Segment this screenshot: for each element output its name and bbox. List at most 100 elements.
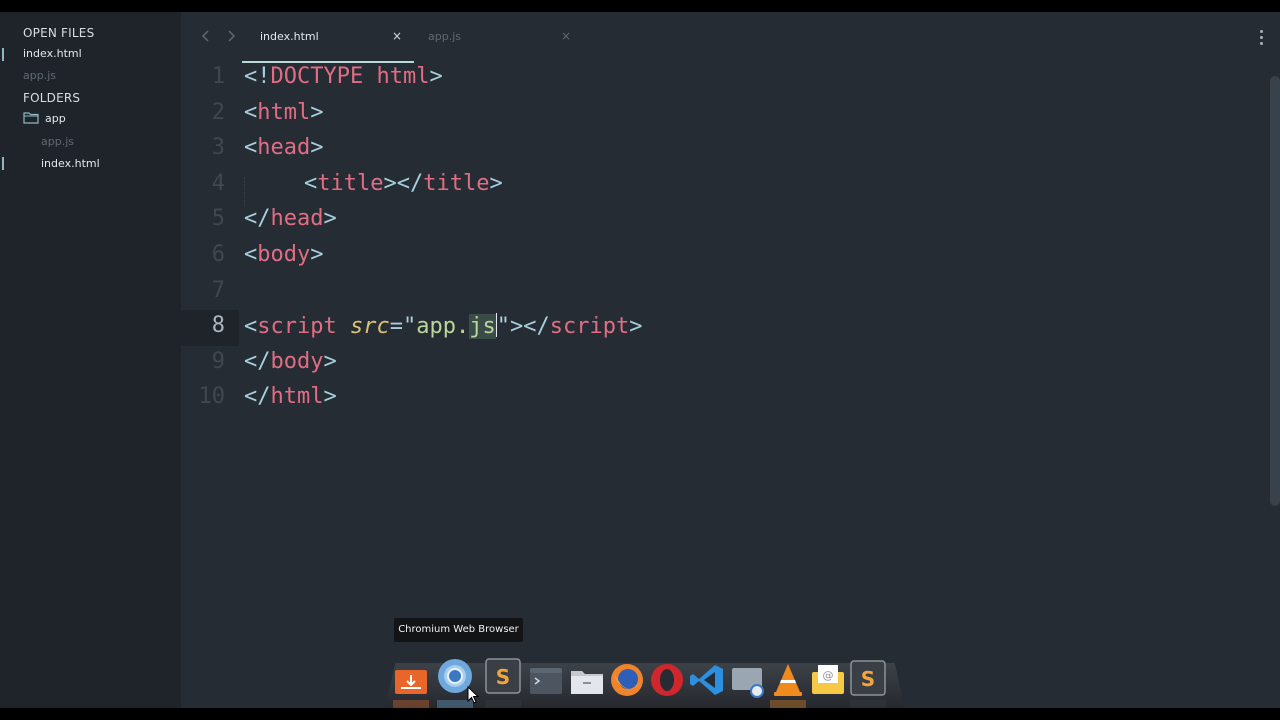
sublime-text-icon[interactable]: S [485,658,521,694]
tab-label: app.js [428,30,461,43]
code-line-4[interactable]: <title></title> [304,171,503,196]
code-line-5[interactable]: </head> [244,206,337,231]
line-number: 6 [211,242,225,267]
terminal-icon[interactable] [528,662,564,698]
code-punc: < [244,135,258,160]
code-punc: > [323,384,337,409]
tree-file-app-js[interactable]: app.js [41,135,74,148]
code-punc: > [629,314,643,339]
svg-text:S: S [861,667,875,691]
screen: OPEN FILES index.html app.js FOLDERS app… [0,12,1280,708]
code-line-2[interactable]: <html> [244,100,323,125]
code-tag: script [549,314,630,339]
code-punc: > [310,135,324,160]
code-punc: <! [244,64,271,89]
code-punc: " [496,314,510,339]
code-line-1[interactable]: <!DOCTYPE html> [244,64,443,89]
code-selection: js [469,314,496,339]
code-punc: < [244,242,258,267]
folder-icon [23,112,39,124]
tab-label: index.html [260,30,319,43]
active-tab-indicator [242,61,414,63]
code-tag: html [270,384,324,409]
line-number: 7 [211,278,225,303]
sublime-text-2-icon[interactable]: S [850,660,886,696]
line-number: 1 [211,64,225,89]
screenshot-icon[interactable] [730,662,766,698]
install-app-icon[interactable] [393,662,429,698]
mail-icon[interactable]: @ [810,662,846,698]
code-punc: </ [244,384,271,409]
code-punc: < [244,314,258,339]
dock-reflection [770,700,806,708]
code-tag: title [423,171,490,196]
close-icon[interactable]: × [561,29,571,43]
code-punc: < [304,171,318,196]
editor: index.html × app.js × 1 2 3 4 5 6 7 8 9 … [181,12,1280,708]
firefox-icon[interactable] [609,662,645,698]
code-tag: html [257,100,311,125]
dock-reflection [485,700,521,708]
code-punc: > [429,64,443,89]
line-number: 4 [211,171,225,196]
code-punc: ></ [509,314,550,339]
code-string: app. [416,314,470,339]
code-tag: head [270,206,324,231]
opera-icon[interactable] [649,662,685,698]
files-icon[interactable] [569,662,605,698]
code-punc: " [402,314,417,339]
code-tag: title [317,171,384,196]
close-icon[interactable]: × [392,29,402,43]
code-line-8[interactable]: <script src="app.js"></script> [244,313,642,339]
code-punc: > [310,242,324,267]
vlc-icon[interactable] [770,662,806,698]
vscode-icon[interactable] [689,662,725,698]
dock-tooltip: Chromium Web Browser [394,618,523,642]
chevron-left-icon[interactable] [199,29,213,43]
code-tag: body [257,242,311,267]
mouse-pointer-icon [467,686,479,704]
active-file-marker [2,48,4,61]
tree-file-index-html[interactable]: index.html [41,157,100,170]
folders-header: FOLDERS [23,91,81,105]
code-punc: < [244,100,258,125]
more-options-icon[interactable] [1260,30,1264,46]
tab-index-html[interactable]: index.html × [242,12,414,64]
chevron-right-icon[interactable] [224,29,238,43]
open-file-index-html[interactable]: index.html [23,47,82,60]
code-punc: > [323,349,337,374]
line-number: 3 [211,135,225,160]
line-number: 2 [211,100,225,125]
code-line-9[interactable]: </body> [244,349,337,374]
code-punc: </ [244,349,271,374]
code-punc: </ [244,206,271,231]
tab-app-js[interactable]: app.js × [410,12,580,64]
line-number: 10 [198,384,226,409]
line-number: 9 [211,349,225,374]
code-punc: > [310,100,324,125]
code-tag: head [257,135,311,160]
code-line-3[interactable]: <head> [244,135,323,160]
svg-text:S: S [496,665,510,689]
code-punc: = [389,314,403,339]
code-line-10[interactable]: </html> [244,384,337,409]
code-punc: > [323,206,337,231]
code-punc: ></ [383,171,424,196]
code-line-6[interactable]: <body> [244,242,323,267]
scrollbar[interactable] [1270,76,1280,506]
code-attribute: src [349,314,390,339]
code-punc: > [489,171,503,196]
tree-active-marker [2,157,4,170]
dock-reflection [393,700,429,708]
open-file-app-js[interactable]: app.js [23,69,56,82]
code-tag: script [257,314,337,339]
dock-reflection [850,700,886,708]
line-number: 5 [211,206,225,231]
folder-app[interactable]: app [45,112,66,125]
open-files-header: OPEN FILES [23,26,95,40]
dock: S @ S [385,655,905,708]
indent-guide [244,177,246,207]
svg-text:@: @ [823,669,834,682]
line-number-current: 8 [211,313,225,338]
sidebar: OPEN FILES index.html app.js FOLDERS app… [0,12,181,708]
